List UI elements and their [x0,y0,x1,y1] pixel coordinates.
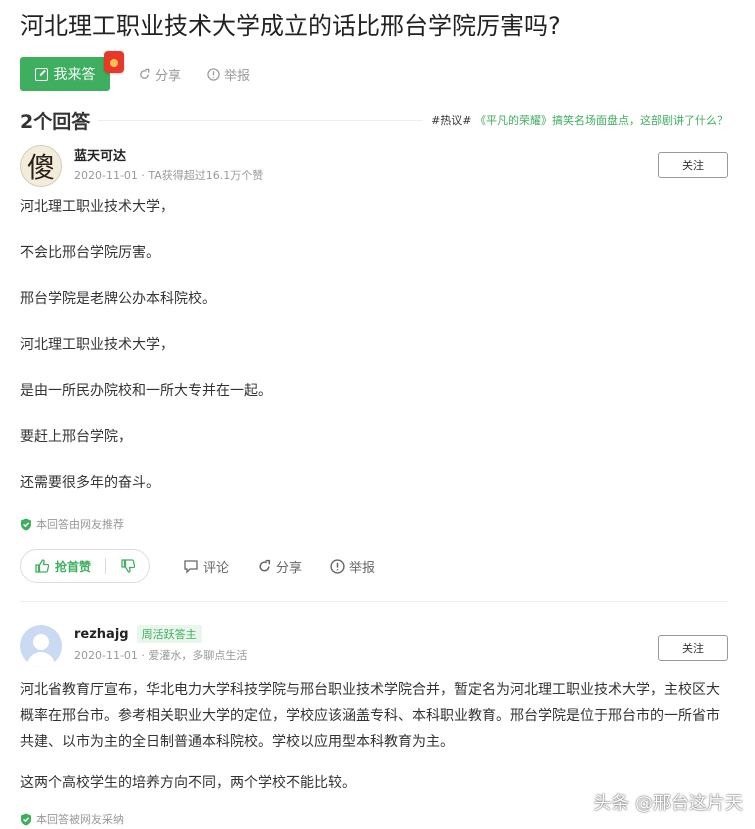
shield-check-icon [21,518,31,530]
follow-button[interactable]: 关注 [658,152,728,178]
hot-topic-link[interactable]: #热议# 《平凡的荣耀》搞笑名场面盘点，这部剧讲了什么？ [431,112,728,128]
answer-divider [20,601,728,602]
comment-button[interactable]: 评论 [183,557,229,576]
follow-button[interactable]: 关注 [658,635,728,661]
report-icon [207,67,220,81]
answer-button[interactable]: 我来答 [20,51,124,91]
share-icon [140,68,150,79]
answers-header: 2个回答 #热议# 《平凡的荣耀》搞笑名场面盘点，这部剧讲了什么？ [20,106,728,134]
recommend-text: 本回答由网友推荐 [36,518,124,531]
username[interactable]: rezhajg 周活跃答主 [74,625,202,643]
question-actions: 我来答 分享 举报 [20,51,250,91]
report-answer-button[interactable]: 举报 [330,557,375,576]
shield-check-icon [21,813,31,825]
header-divider [98,119,424,121]
report-icon [330,558,345,574]
answer-paragraph: 是由一所民办院校和一所大专并在一起。 [20,383,272,399]
answer-actions: 抢首赞 评论 分享 举报 [20,549,375,583]
recommend-note: 本回答由网友推荐 [20,516,124,532]
comment-icon [184,559,198,574]
share-answer-button[interactable]: 分享 [257,557,302,576]
answer-button-label: 我来答 [53,67,96,83]
answer-paragraph: 还需要很多年的奋斗。 [20,475,160,491]
watermark: 头条 @邢台这片天 [593,793,743,814]
report-label: 举报 [349,560,376,576]
answer-paragraph: 河北理工职业技术大学， [20,199,174,215]
share-question-button[interactable]: 分享 [138,65,181,84]
question-title: 河北理工职业技术大学成立的话比邢台学院厉害吗? [20,12,561,40]
answer-paragraph: 不会比邢台学院厉害。 [20,245,160,261]
avatar-head [33,634,49,650]
avatar-body [27,652,55,667]
username[interactable]: 蓝天可达 [74,145,126,164]
username-text: rezhajg [74,626,129,642]
report-question-button[interactable]: 举报 [207,65,250,84]
avatar[interactable] [20,625,62,667]
avatar[interactable]: 傻 [20,145,62,187]
upvote-label: 抢首赞 [55,559,92,574]
thumbs-down-icon [120,559,135,573]
avatar-glyph: 傻 [26,151,55,184]
username-text: 蓝天可达 [74,149,127,164]
answer-meta: 2020-11-01 · 爱灌水，多聊点生活 [74,649,248,662]
edit-icon [34,67,48,81]
comment-label: 评论 [203,560,230,576]
answer-count: 2个回答 [20,110,91,133]
upvote-button[interactable]: 抢首赞 [21,558,105,575]
answer-paragraph: 河北省教育厅宣布，华北电力大学科技学院与邢台职业技术学院合并，暂定名为河北理工职… [20,682,720,750]
recommend-note: 本回答被网友采纳 [20,811,124,827]
answer-card: 傻 蓝天可达 2020-11-01 · TA获得超过16.1万个赞 关注 河北理… [20,145,728,590]
share-icon [259,559,271,571]
answer-paragraph: 河北理工职业技术大学， [20,337,174,353]
vote-control: 抢首赞 [20,549,150,583]
answer-paragraph: 要赶上邢台学院， [20,429,132,445]
downvote-button[interactable] [106,559,149,573]
answer-meta: 2020-11-01 · TA获得超过16.1万个赞 [74,169,264,182]
hot-topic-tag: #热议# [431,114,472,127]
share-label: 分享 [155,68,182,84]
hot-topic-text: 《平凡的荣耀》搞笑名场面盘点，这部剧讲了什么？ [475,114,728,127]
red-packet-icon [104,51,124,73]
thumbs-up-icon [35,559,49,573]
share-label: 分享 [276,560,303,576]
answer-paragraph: 邢台学院是老牌公办本科院校。 [20,291,216,307]
report-label: 举报 [224,68,251,84]
status-badge: 周活跃答主 [136,625,202,643]
recommend-text: 本回答被网友采纳 [36,813,124,826]
